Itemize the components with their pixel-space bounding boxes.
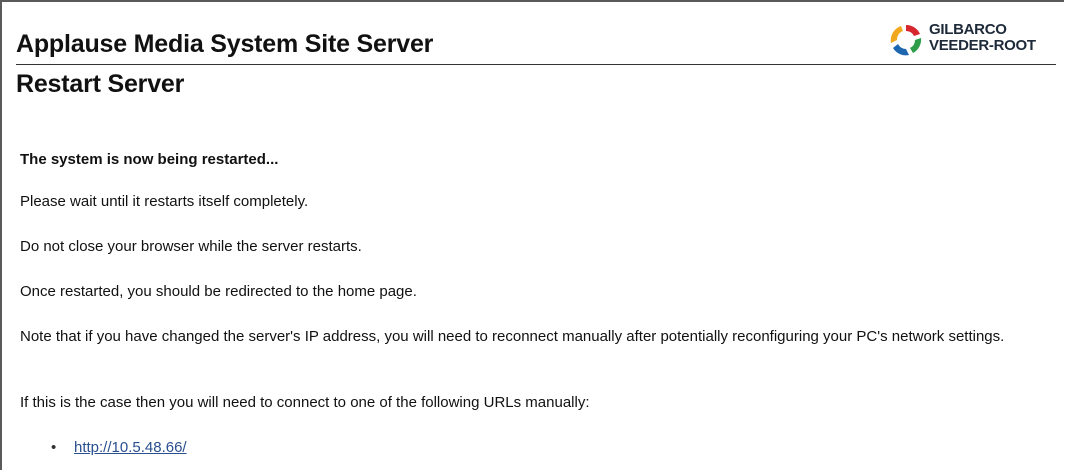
page-title: Restart Server [16, 70, 185, 98]
gilbarco-logo-icon [890, 24, 922, 56]
logo-wordmark: GILBARCO VEEDER-ROOT [929, 22, 1036, 54]
header-divider [16, 64, 1056, 65]
site-title: Applause Media System Site Server [16, 30, 434, 58]
server-url-link[interactable]: http://10.5.48.66/ [74, 438, 187, 458]
logo-line-2: VEEDER-ROOT [929, 37, 1036, 54]
logo-line-1: GILBARCO [929, 21, 1007, 38]
company-logo: GILBARCO VEEDER-ROOT [887, 20, 1065, 60]
message-urls-intro: If this is the case then you will need t… [20, 394, 590, 411]
message-ip-note: Note that if you have changed the server… [20, 328, 1005, 345]
message-do-not-close: Do not close your browser while the serv… [20, 238, 362, 255]
message-redirect: Once restarted, you should be redirected… [20, 283, 417, 300]
message-wait: Please wait until it restarts itself com… [20, 193, 309, 210]
bullet-icon: • [51, 439, 57, 456]
status-heading: The system is now being restarted... [20, 151, 279, 168]
